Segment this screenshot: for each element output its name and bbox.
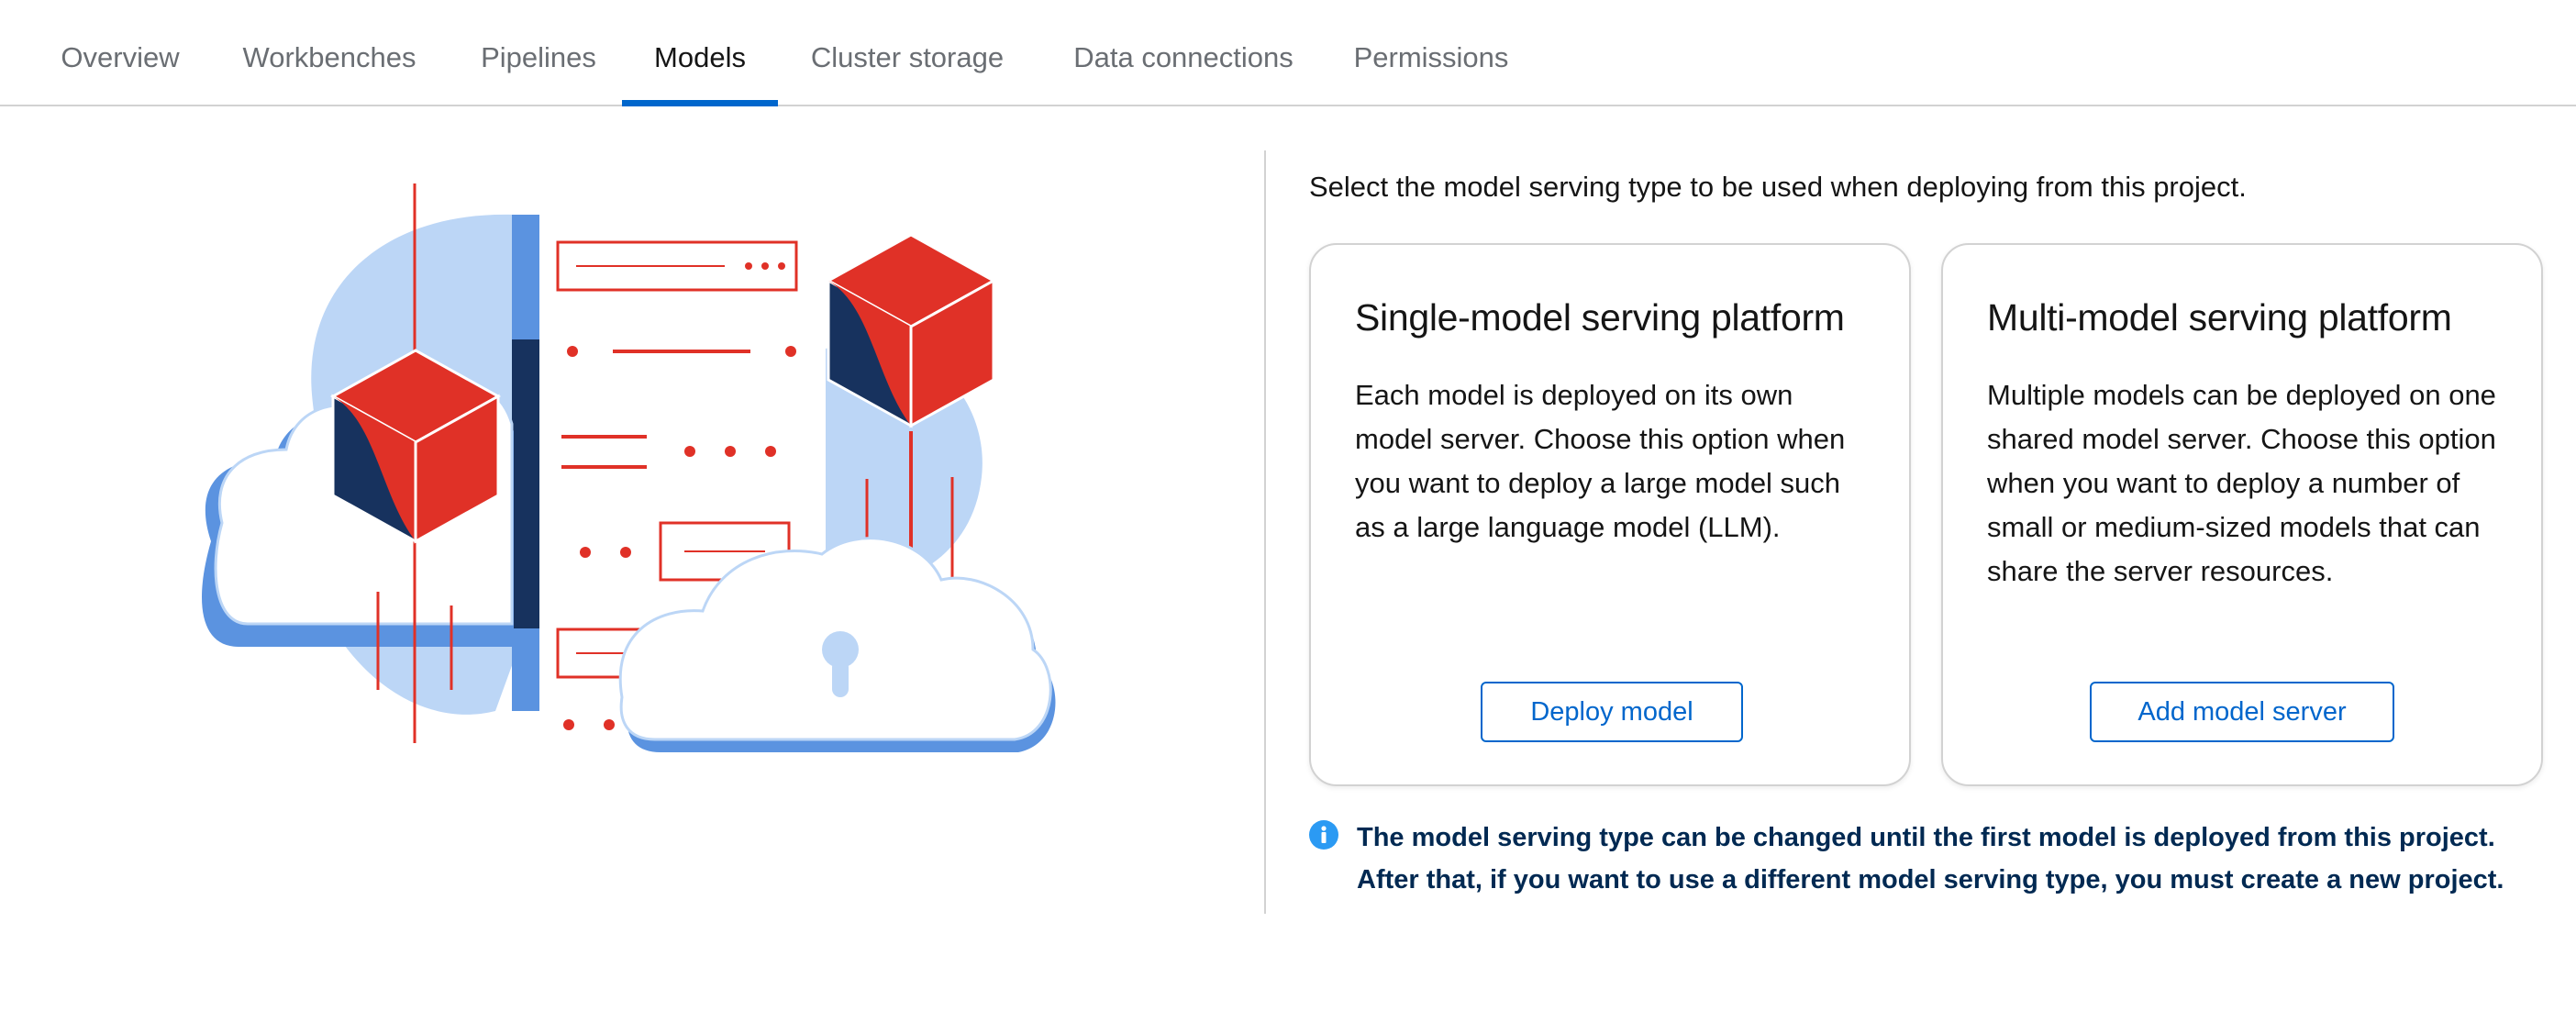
tab-models[interactable]: Models [622,0,778,106]
multi-model-serving-card: Multi-model serving platform Multiple mo… [1941,243,2543,786]
card-title: Single-model serving platform [1355,296,1845,339]
content-divider [1264,150,1266,914]
info-icon [1309,820,1338,850]
tab-permissions[interactable]: Permissions [1339,0,1523,106]
tab-pipelines[interactable]: Pipelines [461,0,616,106]
model-serving-illustration [202,183,1056,752]
single-model-serving-card: Single-model serving platform Each model… [1309,243,1911,786]
card-description: Multiple models can be deployed on one s… [1987,379,2496,587]
card-title: Multi-model serving platform [1987,296,2452,339]
active-tab-indicator [622,100,778,106]
serving-type-intro: Select the model serving type to be used… [1309,171,2247,203]
serving-type-alert: The model serving type can be changed un… [1309,817,2520,901]
card-description: Each model is deployed on its own model … [1355,379,1846,543]
alert-text: The model serving type can be changed un… [1357,823,2504,894]
tab-overview[interactable]: Overview [33,0,207,106]
tab-workbenches[interactable]: Workbenches [224,0,435,106]
add-model-server-button[interactable]: Add model server [2090,682,2394,742]
tabs-bar: Overview Workbenches Pipelines Models Cl… [0,0,2576,106]
tab-cluster-storage[interactable]: Cluster storage [794,0,1020,106]
deploy-model-button[interactable]: Deploy model [1481,682,1743,742]
tab-data-connections[interactable]: Data connections [1046,0,1321,106]
